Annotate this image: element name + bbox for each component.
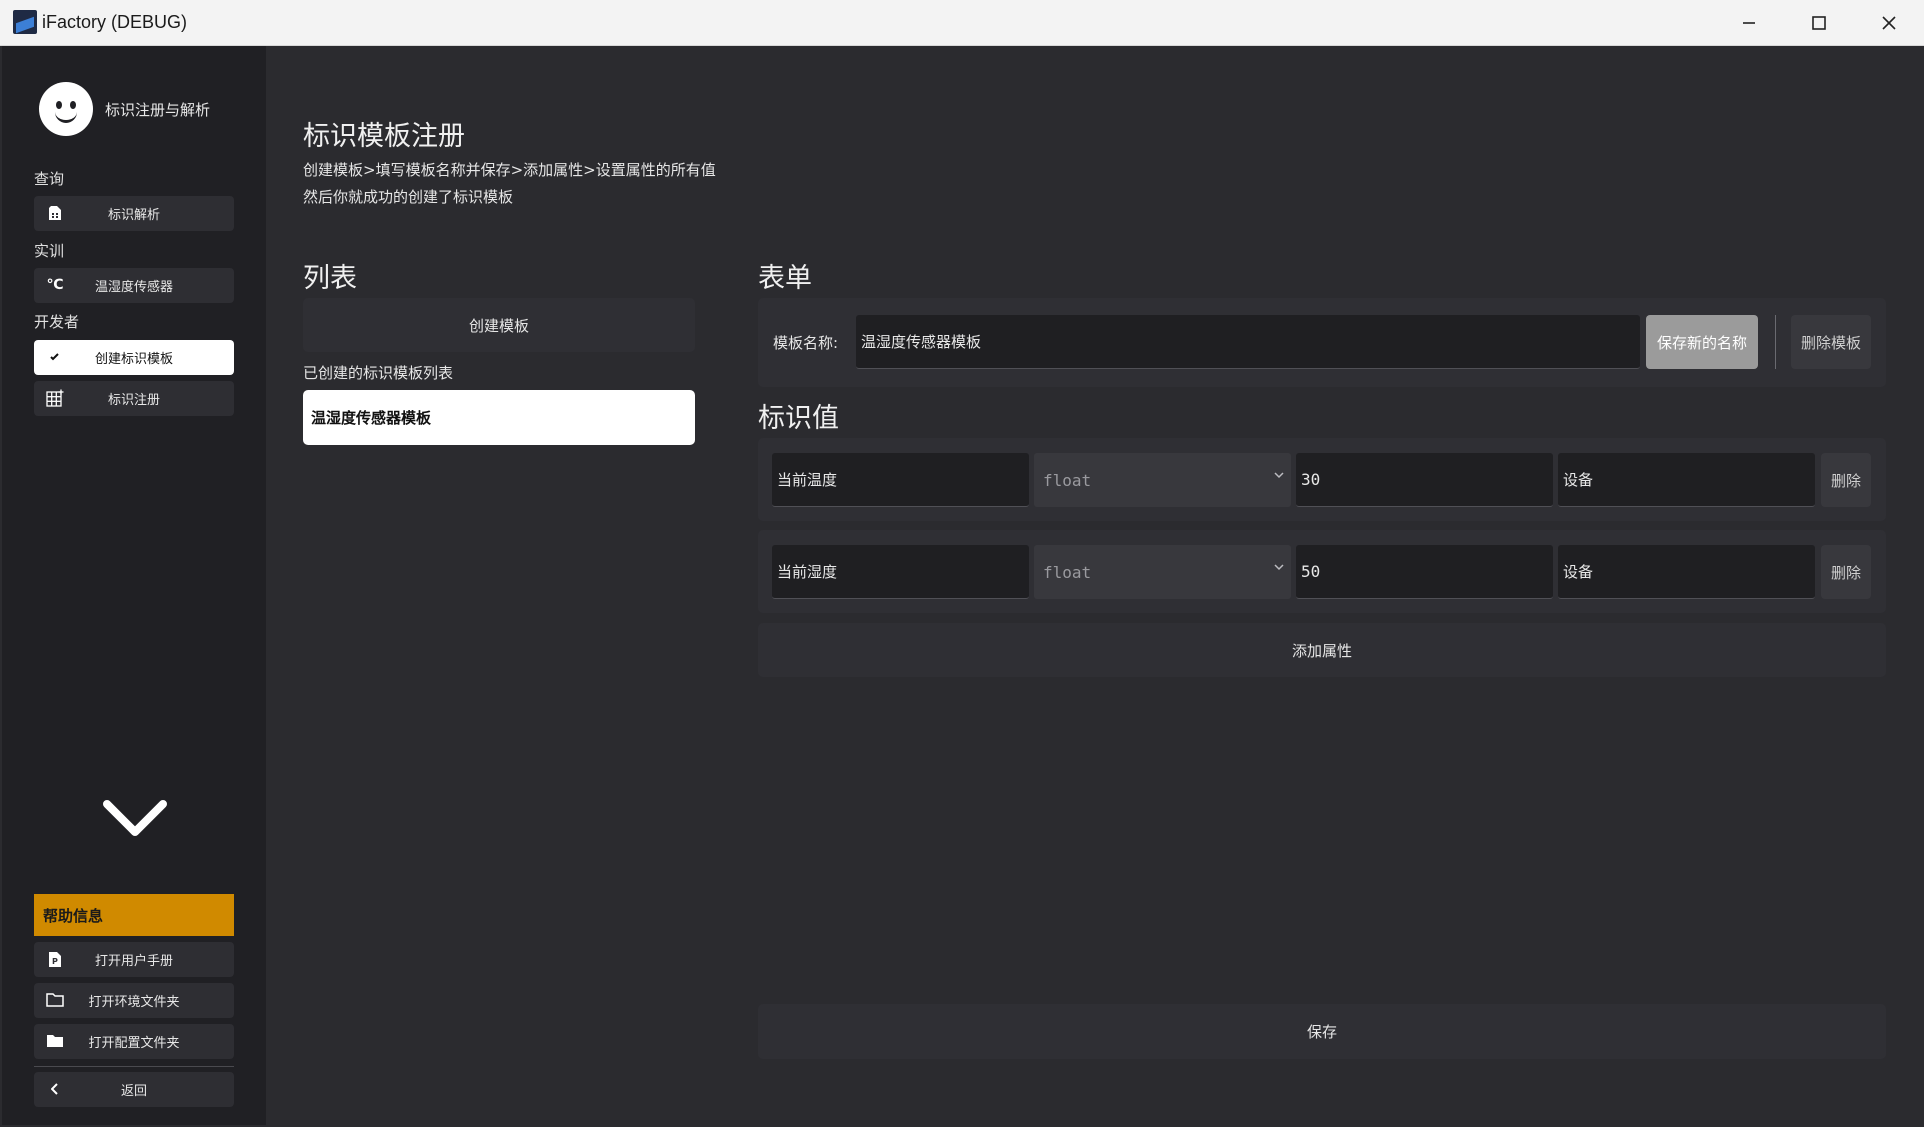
attribute-value-input[interactable]: 50 bbox=[1296, 545, 1553, 599]
open-config-folder-button[interactable]: 打开配置文件夹 bbox=[34, 1024, 234, 1059]
chevron-left-icon bbox=[46, 1080, 64, 1098]
list-title: 列表 bbox=[303, 263, 357, 294]
attribute-type-value: float bbox=[1043, 562, 1092, 582]
profile: 标识注册与解析 bbox=[39, 82, 210, 136]
app-logo-icon bbox=[13, 10, 37, 34]
help-item-label: 打开环境文件夹 bbox=[88, 995, 180, 1010]
attribute-type-select[interactable]: float bbox=[1034, 545, 1291, 599]
identifier-values-title: 标识值 bbox=[758, 403, 839, 434]
create-template-button[interactable]: 创建模板 bbox=[303, 298, 695, 352]
window-title: iFactory (DEBUG) bbox=[42, 12, 188, 32]
template-name-label: 模板名称: bbox=[773, 334, 839, 352]
sidebar-item-label: 标识注册 bbox=[107, 393, 160, 408]
pdf-file-icon: P bbox=[46, 950, 64, 968]
back-label: 返回 bbox=[120, 1084, 147, 1099]
form-title: 表单 bbox=[758, 263, 812, 294]
avatar bbox=[39, 82, 93, 136]
open-user-manual-button[interactable]: P 打开用户手册 bbox=[34, 942, 234, 977]
sidebar-item-temp-humidity[interactable]: ℃ 温湿度传感器 bbox=[34, 268, 234, 303]
sidebar-item-label: 温湿度传感器 bbox=[94, 280, 173, 295]
minimize-button[interactable] bbox=[1714, 0, 1784, 45]
folder-filled-icon bbox=[46, 1032, 64, 1050]
chevron-down-icon bbox=[1274, 472, 1284, 479]
minimize-icon bbox=[1743, 21, 1755, 24]
main-content: 标识模板注册 创建模板>填写模板名称并保存>添加属性>设置属性的所有值 然后你就… bbox=[266, 46, 1924, 1127]
help-item-label: 打开配置文件夹 bbox=[88, 1036, 180, 1051]
section-label-developer: 开发者 bbox=[34, 313, 80, 331]
delete-template-button[interactable]: 删除模板 bbox=[1791, 315, 1871, 369]
attribute-type-select[interactable]: float bbox=[1034, 453, 1291, 507]
maximize-button[interactable] bbox=[1784, 0, 1854, 45]
check-icon bbox=[46, 348, 64, 366]
app-window: iFactory (DEBUG) 标识注册与解析 查询 标识解析 实训 ℃ 温湿… bbox=[0, 0, 1924, 1127]
sidebar-item-create-template[interactable]: 创建标识模板 bbox=[34, 340, 234, 375]
chevron-down-icon bbox=[1274, 564, 1284, 571]
save-button[interactable]: 保存 bbox=[758, 1004, 1886, 1059]
page-description-line1: 创建模板>填写模板名称并保存>添加属性>设置属性的所有值 bbox=[303, 161, 716, 179]
sidebar-divider bbox=[34, 1066, 234, 1067]
template-list-item[interactable]: 温湿度传感器模板 bbox=[303, 390, 695, 445]
attribute-source-input[interactable]: 设备 bbox=[1558, 453, 1815, 507]
save-name-button[interactable]: 保存新的名称 bbox=[1646, 315, 1758, 369]
attribute-source-input[interactable]: 设备 bbox=[1558, 545, 1815, 599]
panel-divider bbox=[1775, 315, 1776, 369]
close-button[interactable] bbox=[1854, 0, 1924, 45]
section-label-query: 查询 bbox=[34, 170, 65, 188]
sidebar: 标识注册与解析 查询 标识解析 实训 ℃ 温湿度传感器 开发者 创建标识模板 标… bbox=[2, 46, 266, 1125]
close-icon bbox=[1882, 15, 1896, 30]
grid-add-icon bbox=[46, 389, 64, 407]
maximize-icon bbox=[1812, 15, 1826, 30]
chevron-down-icon[interactable] bbox=[102, 798, 168, 838]
open-env-folder-button[interactable]: 打开环境文件夹 bbox=[34, 983, 234, 1018]
sidebar-item-label: 标识解析 bbox=[107, 208, 160, 223]
help-header: 帮助信息 bbox=[34, 894, 234, 936]
profile-name: 标识注册与解析 bbox=[105, 100, 211, 119]
svg-text:P: P bbox=[52, 957, 58, 966]
page-title: 标识模板注册 bbox=[303, 121, 465, 152]
template-name-panel: 模板名称: 温湿度传感器模板 保存新的名称 删除模板 bbox=[758, 298, 1886, 387]
sidebar-item-identifier-register[interactable]: 标识注册 bbox=[34, 381, 234, 416]
back-button[interactable]: 返回 bbox=[34, 1072, 234, 1107]
delete-attribute-button[interactable]: 删除 bbox=[1821, 453, 1871, 507]
attribute-name-input[interactable]: 当前湿度 bbox=[772, 545, 1029, 599]
attribute-row: 当前湿度 float 50 设备 删除 bbox=[758, 530, 1886, 613]
page-description-line2: 然后你就成功的创建了标识模板 bbox=[303, 188, 514, 206]
delete-attribute-button[interactable]: 删除 bbox=[1821, 545, 1871, 599]
section-label-training: 实训 bbox=[34, 242, 65, 260]
folder-outline-icon bbox=[46, 991, 64, 1009]
help-item-label: 打开用户手册 bbox=[94, 954, 173, 969]
sidebar-item-identifier-resolve[interactable]: 标识解析 bbox=[34, 196, 234, 231]
attribute-name-input[interactable]: 当前温度 bbox=[772, 453, 1029, 507]
attribute-type-value: float bbox=[1043, 470, 1092, 490]
attribute-row: 当前温度 float 30 设备 删除 bbox=[758, 438, 1886, 521]
add-attribute-button[interactable]: 添加属性 bbox=[758, 623, 1886, 677]
title-bar: iFactory (DEBUG) bbox=[0, 0, 1924, 46]
attribute-value-input[interactable]: 30 bbox=[1296, 453, 1553, 507]
sidebar-item-label: 创建标识模板 bbox=[94, 352, 173, 367]
template-list-caption: 已创建的标识模板列表 bbox=[303, 364, 454, 382]
sim-card-icon bbox=[46, 204, 64, 222]
template-name-input[interactable]: 温湿度传感器模板 bbox=[856, 315, 1640, 369]
celsius-icon: ℃ bbox=[46, 277, 64, 293]
